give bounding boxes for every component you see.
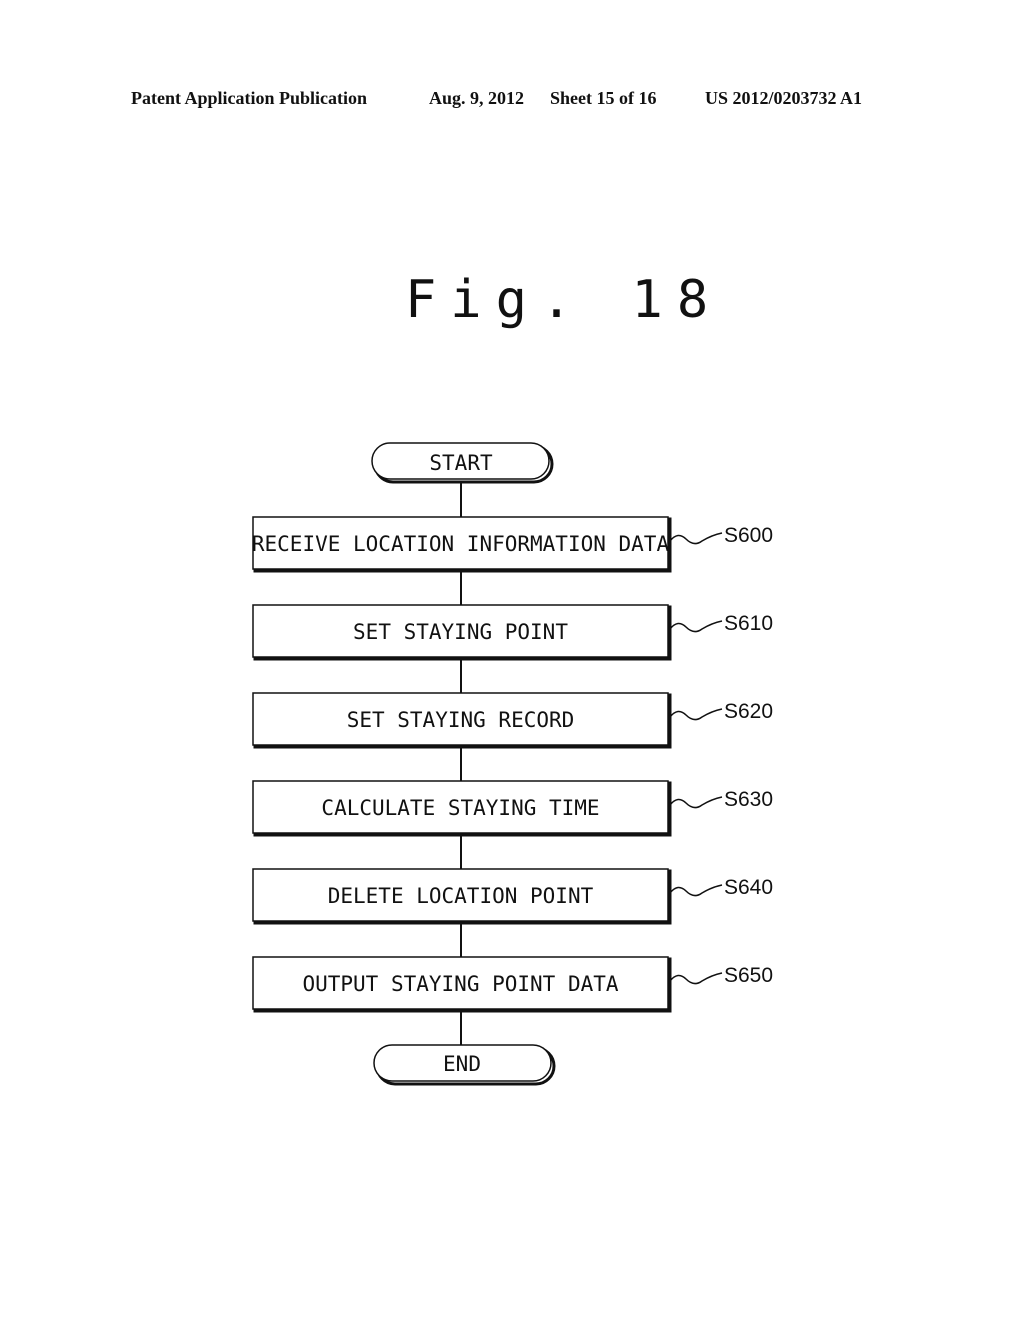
leader-line [669,796,723,809]
process-step: DELETE LOCATION POINT S640 [252,868,773,925]
process-step: CALCULATE STAYING TIME S630 [252,780,773,837]
step-id-label: S640 [724,876,773,899]
step-text: SET STAYING RECORD [347,708,575,732]
step-text: RECEIVE LOCATION INFORMATION DATA [252,532,670,556]
process-step: RECEIVE LOCATION INFORMATION DATA S600 [252,516,773,573]
leader-line [669,708,723,721]
start-label: START [429,451,493,475]
step-id-label: S610 [724,612,773,635]
step-id-label: S650 [724,964,773,987]
step-id-label: S600 [724,524,773,547]
process-step: OUTPUT STAYING POINT DATA S650 [252,956,773,1013]
leader-line [669,532,723,545]
step-text: SET STAYING POINT [353,620,568,644]
flowchart: START RECEIVE LOCATION INFORMATION DATA S… [252,442,773,1086]
start-terminal: START [371,442,554,484]
step-text: OUTPUT STAYING POINT DATA [302,972,618,996]
step-text: CALCULATE STAYING TIME [321,796,599,820]
step-id-label: S630 [724,788,773,811]
step-text: DELETE LOCATION POINT [328,884,594,908]
leader-line [669,972,723,985]
process-step: SET STAYING RECORD S620 [252,692,773,749]
end-label: END [443,1052,481,1076]
step-id-label: S620 [724,700,773,723]
process-step: SET STAYING POINT S610 [252,604,773,661]
end-terminal: END [373,1044,556,1086]
leader-line [669,620,723,633]
leader-line [669,884,723,897]
